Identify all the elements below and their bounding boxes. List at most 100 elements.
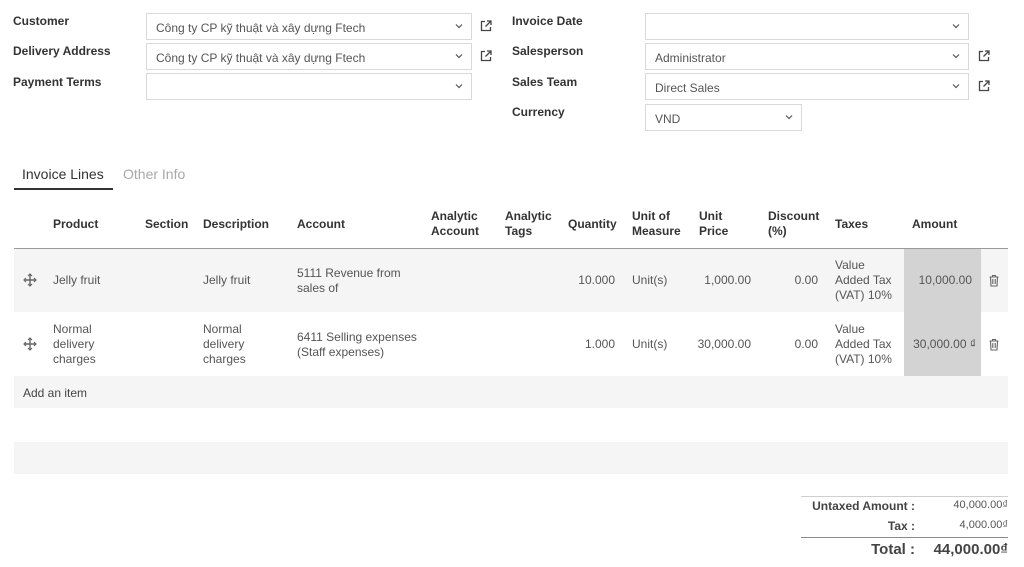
row-uom: Unit(s) [632,273,668,287]
row-discount: 0.00 [794,273,818,287]
cell-line: Added Tax [835,337,892,351]
cell-line: delivery [53,337,95,351]
row-amount: 10,000.00 [918,273,972,287]
row-amount: 30,000.00 ₫ [913,337,976,351]
chevron-down-icon [455,54,463,59]
invoice-date-input[interactable] [645,13,969,40]
currency-select[interactable]: VND [645,104,802,131]
column-header-unit-price[interactable]: Unit Price [699,209,728,239]
customer-label: Customer [13,14,70,28]
cell-line: sales of [297,281,339,295]
chevron-down-icon [952,84,960,89]
currency-label: Currency [512,105,565,119]
trash-icon[interactable] [988,274,1000,287]
column-header-product[interactable]: Product [53,217,98,232]
header-line: Measure [632,224,681,238]
column-header-analytic-account[interactable]: Analytic Account [431,209,479,239]
chevron-down-icon [952,24,960,29]
row-uom: Unit(s) [632,337,668,351]
cell-line: (VAT) 10% [835,352,892,366]
invoice-date-label: Invoice Date [512,14,583,28]
row-quantity: 10.000 [578,273,615,287]
chevron-down-icon [455,24,463,29]
tab-other-info[interactable]: Other Info [123,166,185,182]
payment-terms-select[interactable] [146,73,472,100]
active-tab-indicator [14,188,113,190]
customer-select[interactable]: Công ty CP kỹ thuật và xây dựng Ftech [146,13,472,40]
column-header-analytic-tags[interactable]: Analytic Tags [505,209,552,239]
cell-line: 6411 Selling expenses [297,330,417,344]
column-header-taxes[interactable]: Taxes [835,217,868,232]
sales-team-select[interactable]: Direct Sales [645,73,969,100]
header-line: Analytic [431,209,478,223]
currency-value: VND [655,112,681,126]
drag-handle-icon[interactable] [23,337,37,351]
external-link-icon[interactable] [977,79,991,93]
cell-line: Value [835,258,865,272]
external-link-icon[interactable] [479,19,493,33]
drag-handle-icon[interactable] [23,273,37,287]
row-description: Jelly fruit [203,273,251,287]
customer-value: Công ty CP kỹ thuật và xây dựng Ftech [156,21,366,35]
sales-team-value: Direct Sales [655,81,720,95]
totals-divider [801,537,1008,538]
header-line: Analytic [505,209,552,223]
row-account: 5111 Revenue from sales of [297,266,401,296]
row-taxes: Value Added Tax (VAT) 10% [835,258,892,303]
row-taxes: Value Added Tax (VAT) 10% [835,322,892,367]
header-line: Account [431,224,479,238]
sales-team-label: Sales Team [512,75,578,89]
row-unit-price: 1,000.00 [704,273,751,287]
salesperson-select[interactable]: Administrator [645,43,969,70]
row-unit-price: 30,000.00 [697,337,751,351]
untaxed-amount-value: 40,000.00₫ [953,499,1008,511]
delivery-address-value: Công ty CP kỹ thuật và xây dựng Ftech [156,51,366,65]
cell-line: Normal [203,322,242,336]
delivery-address-label: Delivery Address [13,44,111,58]
row-product: Jelly fruit [53,273,101,287]
cell-line: (Staff expenses) [297,345,385,359]
delivery-address-select[interactable]: Công ty CP kỹ thuật và xây dựng Ftech [146,43,472,70]
row-discount: 0.00 [794,337,818,351]
add-item-link[interactable]: Add an item [23,386,87,401]
column-header-uom[interactable]: Unit of Measure [632,209,681,239]
tab-invoice-lines[interactable]: Invoice Lines [22,166,104,182]
chevron-down-icon [455,84,463,89]
total-label: Total : [871,541,915,558]
cell-line: delivery [203,337,245,351]
header-line: Unit [699,209,723,223]
header-line: Discount [768,209,820,223]
cell-line: Normal [53,322,92,336]
row-quantity: 1.000 [584,337,615,351]
header-line: (%) [768,224,787,238]
external-link-icon[interactable] [977,49,991,63]
payment-terms-label: Payment Terms [13,75,102,89]
row-account: 6411 Selling expenses (Staff expenses) [297,330,417,360]
column-header-section[interactable]: Section [145,217,188,232]
tax-value: 4,000.00₫ [959,519,1008,531]
column-header-amount[interactable]: Amount [912,217,957,232]
add-item-row [14,376,1008,408]
column-header-description[interactable]: Description [203,217,269,232]
empty-row-band [14,442,1008,474]
chevron-down-icon [952,54,960,59]
column-header-discount[interactable]: Discount (%) [768,209,819,239]
header-line: Unit of [632,209,670,223]
trash-icon[interactable] [988,338,1000,351]
row-description: Normal delivery charges [203,322,246,367]
cell-line: charges [53,352,96,366]
totals-top-divider [801,496,1008,497]
external-link-icon[interactable] [479,49,493,63]
salesperson-label: Salesperson [512,44,584,58]
salesperson-value: Administrator [655,51,726,65]
header-line: Price [699,224,729,238]
cell-line: charges [203,352,246,366]
chevron-down-icon [785,115,793,120]
tax-label: Tax : [887,519,915,533]
column-header-account[interactable]: Account [297,217,345,232]
cell-line: (VAT) 10% [835,288,892,302]
column-header-quantity[interactable]: Quantity [568,217,617,232]
cell-line: 5111 Revenue from [297,266,401,280]
header-line: Tags [505,224,533,238]
row-product: Normal delivery charges [53,322,96,367]
